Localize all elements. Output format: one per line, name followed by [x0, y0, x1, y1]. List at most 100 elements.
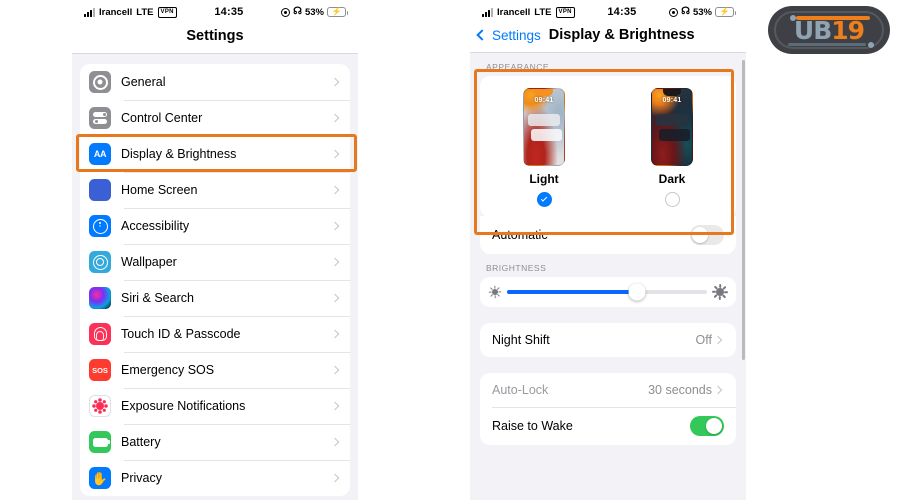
- status-bar-left-group-2: Irancell LTE VPN: [482, 6, 575, 18]
- back-button-label[interactable]: Settings: [492, 28, 541, 43]
- light-option-label: Light: [529, 172, 559, 186]
- location-arrow-icon: [669, 7, 679, 17]
- settings-row-label: Battery: [121, 435, 161, 449]
- right-nav-title: Display & Brightness: [548, 27, 695, 43]
- settings-row-siri-search[interactable]: Siri & Search: [80, 280, 350, 316]
- automatic-label: Automatic: [492, 228, 548, 242]
- settings-row-touch-id-passcode[interactable]: Touch ID & Passcode: [80, 316, 350, 352]
- status-bar-clock: 14:35: [607, 6, 637, 18]
- radio-unchecked-icon[interactable]: [664, 192, 680, 207]
- headphones-icon: ☊: [293, 6, 302, 17]
- notch-shape: [535, 89, 553, 96]
- vpn-badge: VPN: [157, 6, 177, 18]
- chevron-right-icon: [330, 257, 340, 267]
- status-bar-right-group: ☊ 53% ⚡: [281, 6, 348, 18]
- preview-time-light: 09:41: [534, 97, 554, 104]
- night-shift-label: Night Shift: [492, 333, 550, 347]
- siri-icon: [89, 287, 111, 309]
- settings-row-wallpaper[interactable]: Wallpaper: [80, 244, 350, 280]
- control-center-icon: [89, 107, 111, 129]
- chevron-right-icon: [330, 113, 340, 123]
- lock-row-auto-lock[interactable]: Auto-Lock 30 seconds: [480, 373, 736, 407]
- appearance-option-light[interactable]: 09:41 Light: [523, 88, 565, 207]
- settings-row-label: Home Screen: [121, 183, 198, 197]
- chevron-right-icon: [330, 329, 340, 339]
- display-settings-scroll[interactable]: APPEARANCE 09:41 Light 09:41 Dark Automa…: [470, 53, 746, 497]
- night-shift-card: Night Shift Off: [480, 323, 736, 357]
- settings-row-display-brightness[interactable]: AA Display & Brightness: [80, 136, 350, 172]
- chevron-right-icon: [330, 473, 340, 483]
- radio-checked-icon[interactable]: [536, 192, 552, 207]
- location-arrow-icon: [281, 7, 291, 17]
- battery-percent-label: 53%: [304, 6, 324, 18]
- battery-icon: [89, 431, 111, 453]
- lock-row-raise-to-wake[interactable]: Raise to Wake: [480, 407, 736, 445]
- chevron-right-icon: [330, 293, 340, 303]
- battery-percent-label: 53%: [692, 6, 712, 18]
- preview-widget-1: [528, 114, 560, 126]
- logo-text-part-one: UB: [793, 15, 832, 45]
- display-brightness-icon: AA: [89, 143, 111, 165]
- site-logo: UB 19: [768, 6, 890, 54]
- brightness-section-header: BRIGHTNESS: [486, 263, 547, 273]
- home-screen-icon: [89, 179, 111, 201]
- raise-to-wake-toggle[interactable]: [690, 416, 724, 436]
- status-bar-left: Irancell LTE VPN 14:35 ☊ 53% ⚡: [72, 0, 358, 22]
- privacy-hand-icon: ✋: [89, 467, 111, 489]
- settings-row-general[interactable]: General: [80, 64, 350, 100]
- settings-list-scroll[interactable]: General Control Center AA Display & Brightn…: [72, 54, 358, 500]
- chevron-right-icon: [330, 401, 340, 411]
- touch-id-fingerprint-icon: [89, 323, 111, 345]
- chevron-left-icon[interactable]: [476, 29, 488, 41]
- headphones-icon: ☊: [681, 6, 690, 17]
- vertical-scrollbar[interactable]: [742, 60, 745, 360]
- exposure-notifications-icon: [89, 395, 111, 417]
- logo-text-part-two: 19: [831, 15, 865, 45]
- settings-row-home-screen[interactable]: Home Screen: [80, 172, 350, 208]
- settings-row-exposure-notifications[interactable]: Exposure Notifications: [80, 388, 350, 424]
- automatic-row[interactable]: Automatic: [480, 216, 736, 254]
- dark-mode-preview-thumbnail[interactable]: 09:41: [651, 88, 693, 166]
- settings-row-label: Accessibility: [121, 219, 190, 233]
- appearance-option-dark[interactable]: 09:41 Dark: [651, 88, 693, 207]
- chevron-right-icon: [330, 149, 340, 159]
- wallpaper-icon: [89, 251, 111, 273]
- status-bar-left-group: Irancell LTE VPN: [84, 6, 177, 18]
- logo-text: UB 19: [793, 15, 865, 45]
- sun-small-icon: [488, 285, 502, 299]
- settings-row-battery[interactable]: Battery: [80, 424, 350, 460]
- lock-row-label: Raise to Wake: [492, 419, 573, 433]
- right-phone-display-brightness-screen: Irancell LTE VPN 14:35 ☊ 53% ⚡ Settings …: [470, 0, 746, 500]
- chevron-right-icon: [330, 365, 340, 375]
- right-nav-bar: Settings Display & Brightness: [470, 22, 746, 53]
- status-bar-right: Irancell LTE VPN 14:35 ☊ 53% ⚡: [470, 0, 746, 22]
- battery-charging-icon: ⚡: [715, 7, 736, 17]
- preview-time-dark: 09:41: [662, 97, 682, 104]
- brightness-slider[interactable]: [507, 283, 707, 301]
- chevron-right-icon: [330, 221, 340, 231]
- automatic-toggle[interactable]: [690, 225, 724, 245]
- preview-widget-1: [656, 114, 688, 126]
- screenshot-canvas: Irancell LTE VPN 14:35 ☊ 53% ⚡ Settings …: [0, 0, 900, 500]
- settings-row-emergency-sos[interactable]: SOS Emergency SOS: [80, 352, 350, 388]
- general-gear-icon: [89, 71, 111, 93]
- night-shift-row[interactable]: Night Shift Off: [480, 323, 736, 357]
- automatic-card: Automatic: [480, 216, 736, 254]
- sun-large-icon: [712, 284, 728, 300]
- accessibility-icon: [89, 215, 111, 237]
- lock-row-value: 30 seconds: [648, 383, 712, 397]
- settings-row-accessibility[interactable]: Accessibility: [80, 208, 350, 244]
- settings-row-label: Control Center: [121, 111, 203, 125]
- dark-option-label: Dark: [658, 172, 686, 186]
- chevron-right-icon: [330, 185, 340, 195]
- settings-row-control-center[interactable]: Control Center: [80, 100, 350, 136]
- appearance-card: 09:41 Light 09:41 Dark: [480, 76, 736, 217]
- carrier-label: Irancell: [99, 6, 133, 18]
- settings-row-privacy[interactable]: ✋ Privacy: [80, 460, 350, 496]
- brightness-card: [480, 277, 736, 307]
- settings-group: General Control Center AA Display & Brightn…: [80, 64, 350, 496]
- chevron-right-icon: [713, 385, 723, 395]
- light-mode-preview-thumbnail[interactable]: 09:41: [523, 88, 565, 166]
- cellular-signal-icon: [482, 7, 493, 17]
- preview-widget-2: [659, 129, 690, 141]
